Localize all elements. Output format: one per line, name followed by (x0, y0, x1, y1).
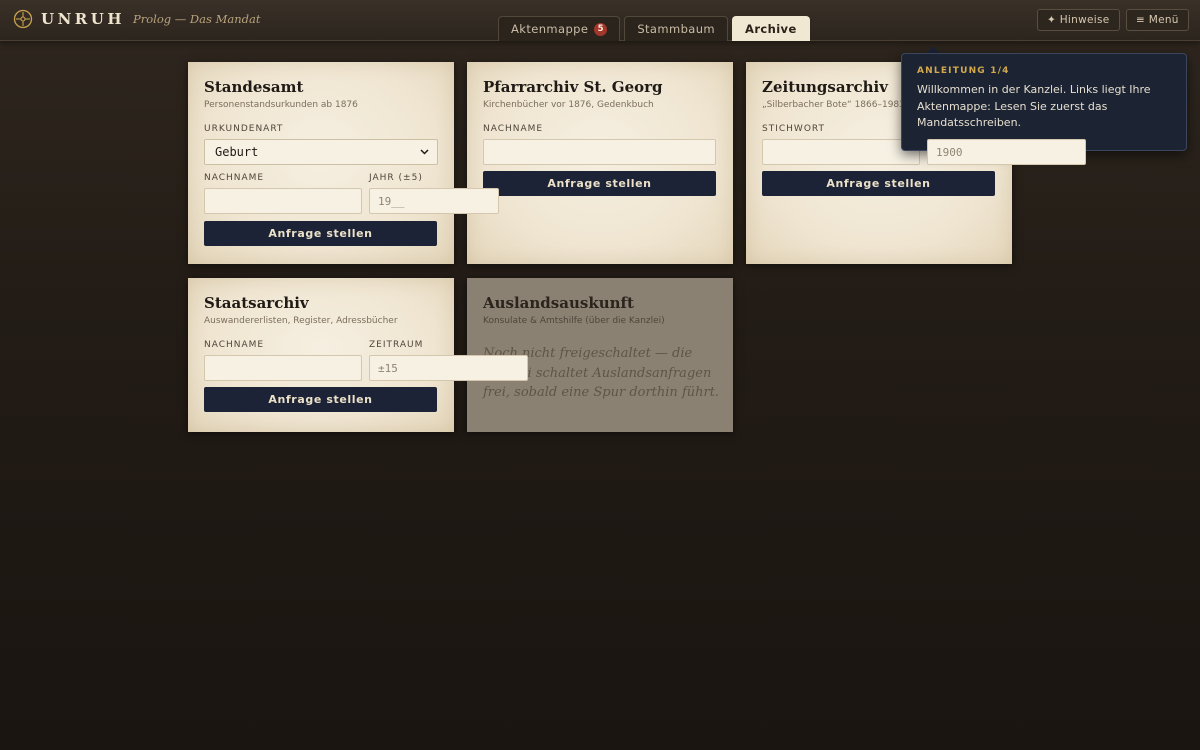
year-input[interactable]: 1900 (927, 139, 1086, 165)
card-title: Staatsarchiv (204, 294, 309, 312)
time-range-input[interactable]: ±15 (369, 355, 528, 381)
card-title: Pfarrarchiv St. Georg (483, 78, 663, 96)
tutorial-tooltip: ANLEITUNG 1/4 Willkommen in der Kanzlei.… (901, 53, 1187, 151)
keyword-input[interactable] (762, 139, 920, 165)
tab-stammbaum[interactable]: Stammbaum (624, 16, 729, 41)
card-subtitle: Kirchenbücher vor 1876, Gedenkbuch (483, 100, 654, 110)
year-label: JAHR (±5) (369, 173, 423, 183)
time-range-label: ZEITRAUM (369, 340, 424, 350)
chevron-down-icon (420, 149, 429, 155)
card-title: Auslandsauskunft (483, 294, 634, 312)
surname-input[interactable] (483, 139, 716, 165)
tutorial-step-label: ANLEITUNG 1/4 (917, 66, 1010, 76)
top-bar: UNRUH Prolog — Das Mandat Aktenmappe 5 S… (0, 0, 1200, 41)
main-tabs: Aktenmappe 5 Stammbaum Archive (498, 16, 810, 41)
keyword-label: STICHWORT (762, 124, 825, 134)
surname-label: NACHNAME (483, 124, 544, 134)
hints-button[interactable]: ✦ Hinweise (1037, 9, 1120, 31)
chapter-subtitle: Prolog — Das Mandat (133, 12, 261, 26)
app-brand: UNRUH (41, 10, 126, 28)
tab-label: Stammbaum (637, 22, 716, 36)
menu-button[interactable]: ≡ Menü (1126, 9, 1189, 31)
unread-count-badge: 5 (594, 22, 608, 36)
archive-card-pfarrarchiv: Pfarrarchiv St. Georg Kirchenbücher vor … (467, 62, 733, 264)
surname-input[interactable] (204, 355, 362, 381)
submit-request-button[interactable]: Anfrage stellen (762, 171, 995, 196)
surname-label: NACHNAME (204, 173, 265, 183)
card-subtitle: Konsulate & Amtshilfe (über die Kanzlei) (483, 316, 665, 326)
card-subtitle: Personenstandsurkunden ab 1876 (204, 100, 358, 110)
tab-label: Archive (745, 22, 797, 36)
card-title: Standesamt (204, 78, 304, 96)
surname-label: NACHNAME (204, 340, 265, 350)
document-type-select[interactable]: Geburt (204, 139, 438, 165)
tab-aktenmappe[interactable]: Aktenmappe 5 (498, 16, 621, 41)
archive-card-standesamt: Standesamt Personenstandsurkunden ab 187… (188, 62, 499, 264)
tab-archive[interactable]: Archive (732, 16, 810, 41)
year-input[interactable]: 19__ (369, 188, 499, 214)
submit-request-button[interactable]: Anfrage stellen (204, 387, 437, 412)
selected-value: Geburt (215, 145, 259, 159)
submit-request-button[interactable]: Anfrage stellen (204, 221, 437, 246)
document-type-label: URKUNDENART (204, 124, 284, 134)
tab-label: Aktenmappe (511, 22, 589, 36)
card-subtitle: Auswandererlisten, Register, Adressbüche… (204, 316, 398, 326)
submit-request-button[interactable]: Anfrage stellen (483, 171, 716, 196)
archive-card-staatsarchiv: Staatsarchiv Auswandererlisten, Register… (188, 278, 528, 432)
compass-logo-icon (13, 9, 33, 29)
tutorial-text: Willkommen in der Kanzlei. Links liegt I… (917, 83, 1151, 129)
surname-input[interactable] (204, 188, 362, 214)
